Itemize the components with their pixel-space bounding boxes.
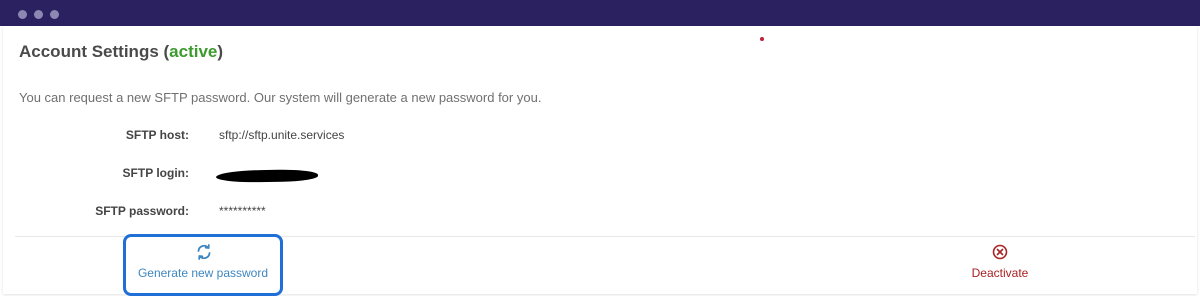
page-title-close: ) xyxy=(217,42,224,61)
sftp-host-row: SFTP host: sftp://sftp.unite.services xyxy=(3,128,403,146)
window-control-dot[interactable] xyxy=(18,10,27,19)
refresh-icon xyxy=(195,243,213,261)
window-titlebar xyxy=(0,0,1200,26)
redaction-mark xyxy=(215,169,319,183)
description-text: You can request a new SFTP password. Our… xyxy=(19,90,542,105)
deactivate-label: Deactivate xyxy=(971,266,1029,280)
sftp-login-row: SFTP login: xyxy=(3,166,403,184)
sftp-password-label: SFTP password: xyxy=(95,204,189,218)
account-settings-panel: Account Settings (active) You can reques… xyxy=(3,26,1197,296)
app-window: Account Settings (active) You can reques… xyxy=(0,0,1200,296)
generate-new-password-button[interactable]: Generate new password xyxy=(123,234,283,296)
sftp-password-row: SFTP password: ********** xyxy=(3,204,403,222)
sftp-host-label: SFTP host: xyxy=(125,128,189,142)
circle-x-icon xyxy=(992,244,1008,260)
sftp-login-label: SFTP login: xyxy=(122,166,189,180)
deactivate-button[interactable]: Deactivate xyxy=(943,236,1057,294)
status-badge: active xyxy=(169,42,218,61)
notification-dot xyxy=(760,37,764,41)
window-control-dot[interactable] xyxy=(50,10,59,19)
sftp-password-value: ********** xyxy=(219,204,266,218)
generate-new-password-label: Generate new password xyxy=(137,266,269,280)
page-title-text: Account Settings ( xyxy=(19,42,170,61)
window-control-dot[interactable] xyxy=(34,10,43,19)
sftp-host-value: sftp://sftp.unite.services xyxy=(219,128,345,142)
page-title: Account Settings (active) xyxy=(19,42,223,62)
